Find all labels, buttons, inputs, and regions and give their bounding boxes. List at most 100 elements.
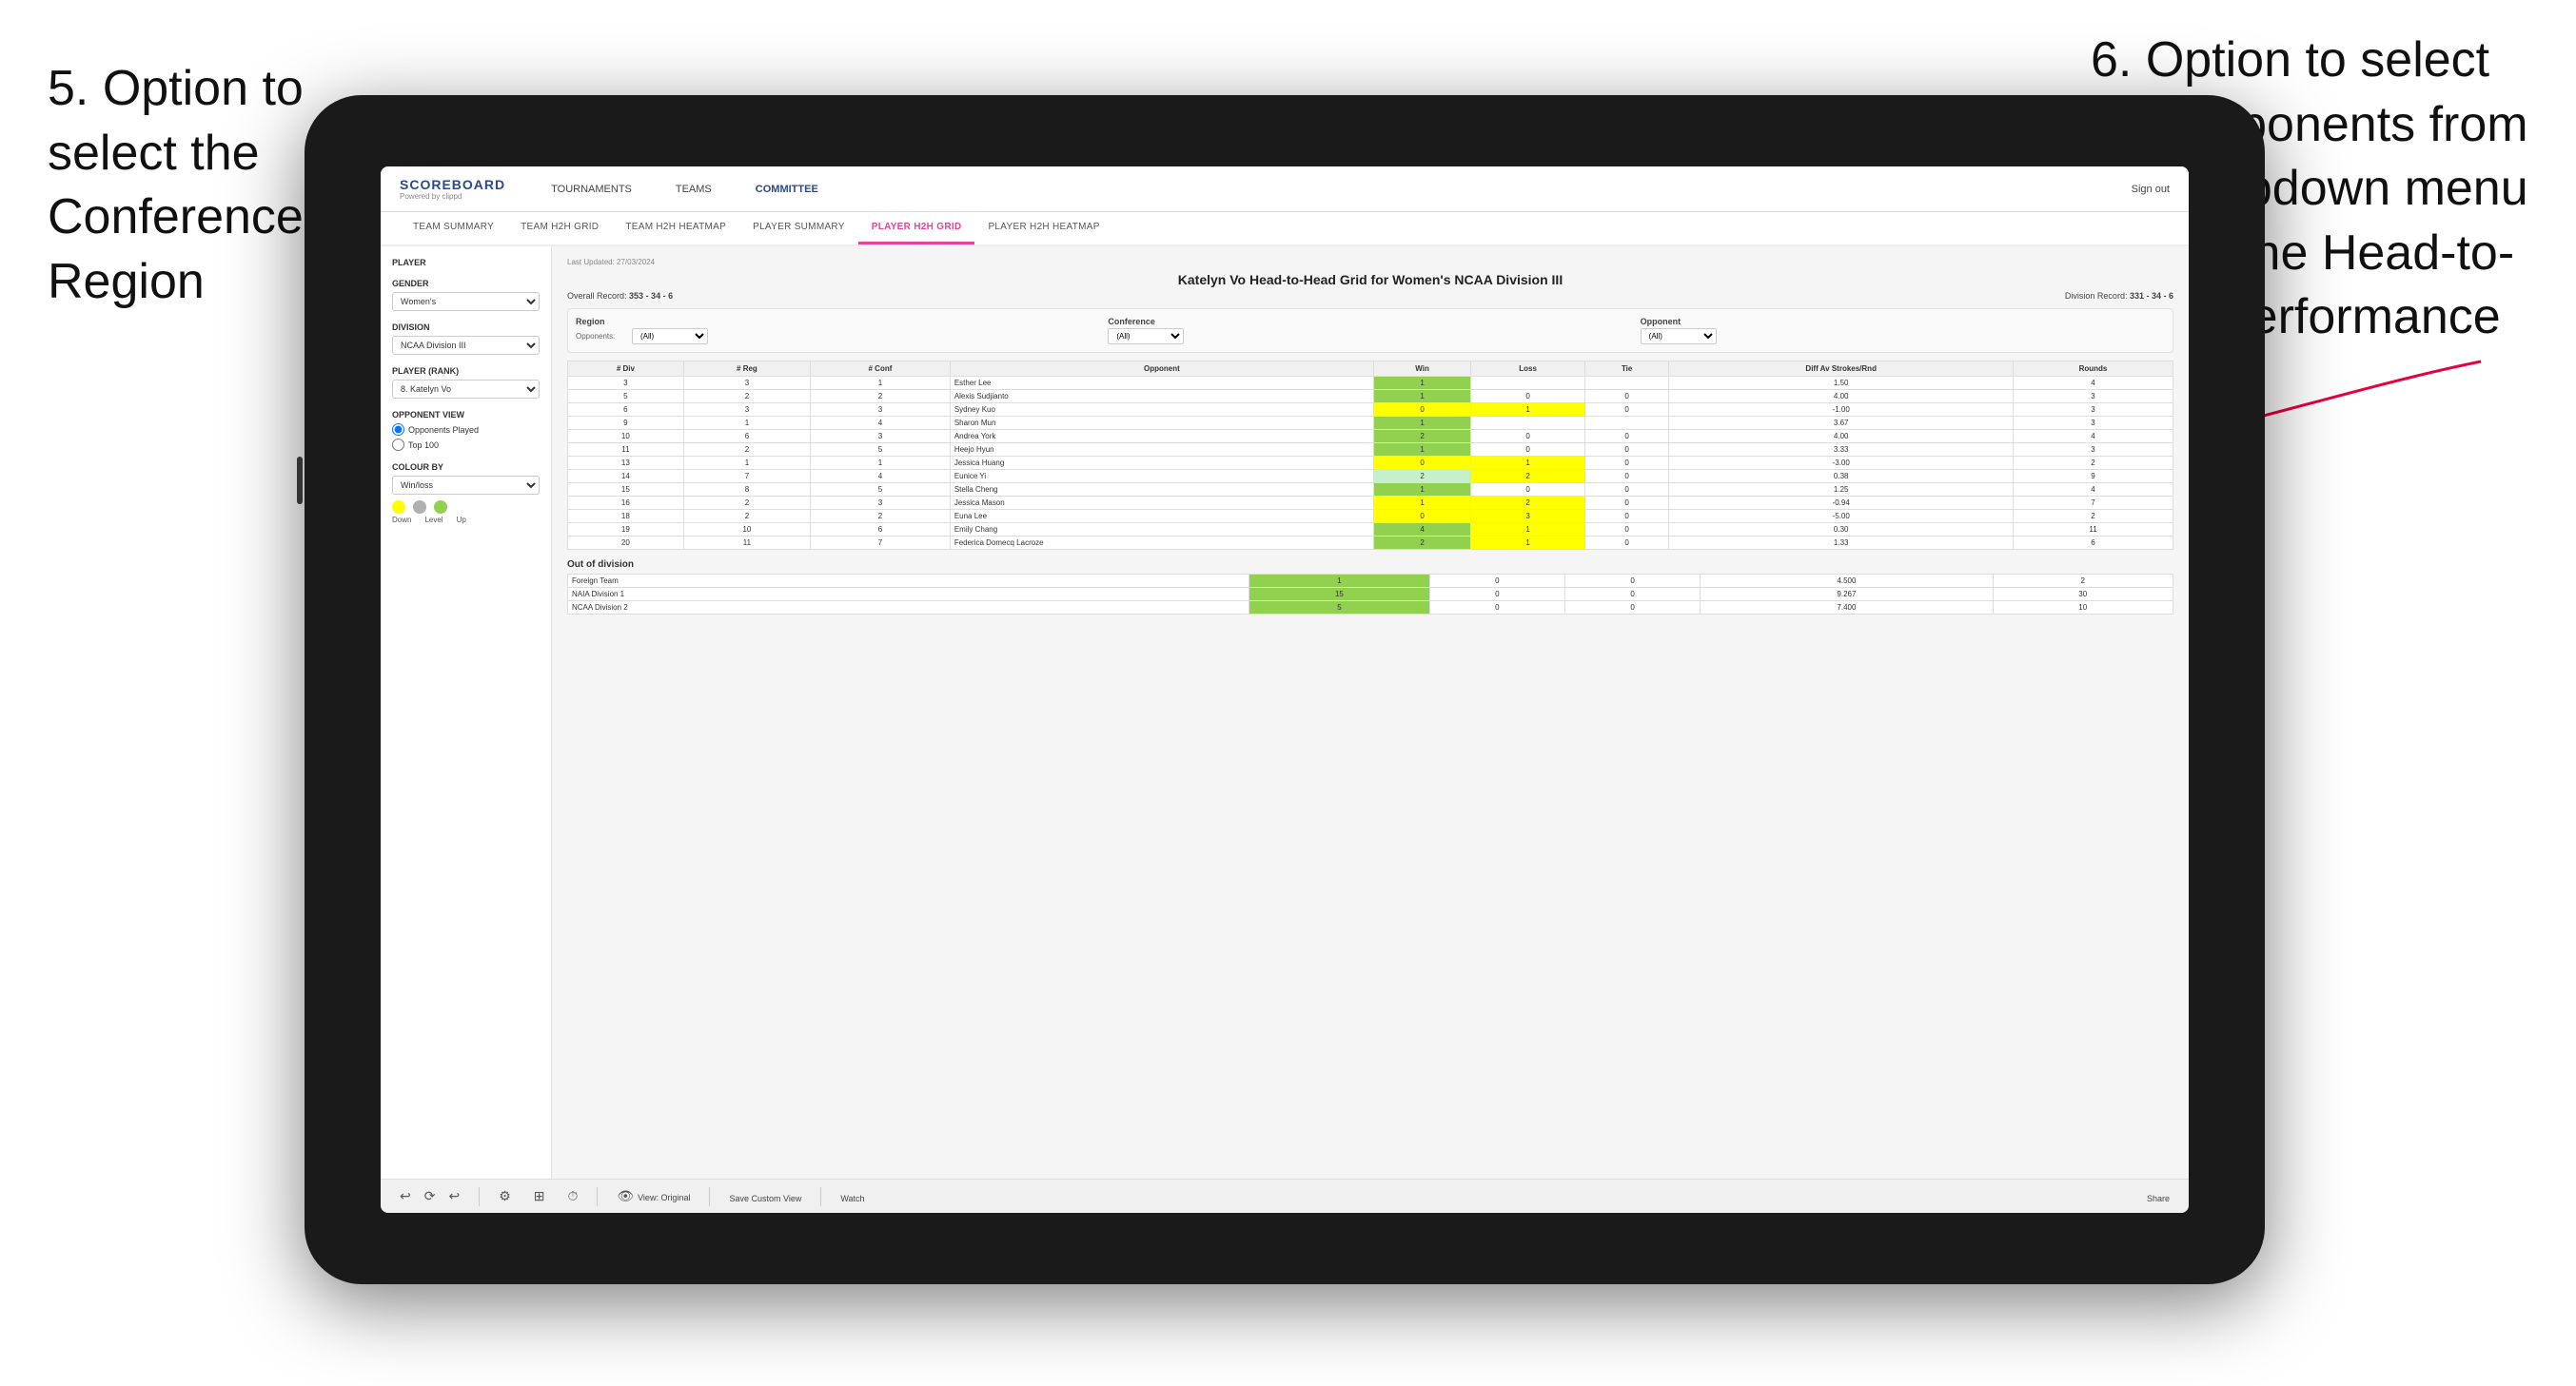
td-reg: 8 [683,483,810,497]
sidebar-player-rank-select[interactable]: 8. Katelyn Vo [392,380,540,399]
th-win: Win [1374,361,1471,377]
filter-conf-row: (All) [1108,328,1632,344]
ood-td-diff: 4.500 [1701,575,1993,588]
td-rounds: 3 [2014,403,2173,417]
td-div: 15 [568,483,684,497]
nav-teams[interactable]: TEAMS [668,180,719,199]
main-content: Player Gender Women's Division NCAA Divi… [381,246,2189,1179]
td-loss: 2 [1471,470,1585,483]
td-div: 9 [568,417,684,430]
sidebar-gender-select[interactable]: Women's [392,292,540,311]
ood-td-win: 5 [1249,601,1429,615]
td-tie: 0 [1584,537,1668,550]
view-icon: 👁 [617,1188,634,1203]
sidebar-radio-opp-played-input[interactable] [392,423,404,436]
table-row: 16 2 3 Jessica Mason 1 2 0 -0.94 7 [568,497,2173,510]
toolbar-undo[interactable]: ↩ [396,1186,415,1206]
overall-record-label: Overall Record: [567,291,627,301]
td-tie: 0 [1584,457,1668,470]
sidebar-radio-opp-played[interactable]: Opponents Played [392,423,540,436]
td-win: 0 [1374,403,1471,417]
filter-conf-select[interactable]: (All) [1108,328,1184,344]
td-reg: 10 [683,523,810,537]
table-row: 13 1 1 Jessica Huang 0 1 0 -3.00 2 [568,457,2173,470]
ood-td-loss: 0 [1429,575,1564,588]
td-rounds: 2 [2014,457,2173,470]
sub-nav-team-h2h-grid[interactable]: TEAM H2H GRID [507,212,612,244]
td-reg: 1 [683,457,810,470]
colour-dot-level [413,500,426,514]
nav-tournaments[interactable]: TOURNAMENTS [543,180,639,199]
td-tie: 0 [1584,403,1668,417]
toolbar-view-original[interactable]: 👁 View: Original [613,1186,694,1206]
table-row: 10 6 3 Andrea York 2 0 0 4.00 4 [568,430,2173,443]
filter-opponent-select[interactable]: (All) [1641,328,1717,344]
td-tie: 0 [1584,390,1668,403]
sidebar-radio-top100-input[interactable] [392,439,404,451]
table-row: 5 2 2 Alexis Sudjianto 1 0 0 4.00 3 [568,390,2173,403]
sub-nav-team-summary[interactable]: TEAM SUMMARY [400,212,507,244]
sub-nav-player-summary[interactable]: PLAYER SUMMARY [739,212,858,244]
td-rounds: 2 [2014,510,2173,523]
td-div: 10 [568,430,684,443]
td-name: Esther Lee [950,377,1373,390]
sidebar-player-section: Player [392,258,540,267]
colour-label-up: Up [457,516,466,524]
td-tie: 0 [1584,523,1668,537]
ood-table-body: Foreign Team 1 0 0 4.500 2 NAIA Division… [568,575,2173,615]
toolbar-watch[interactable]: Watch [836,1187,868,1206]
sidebar-radio-group: Opponents Played Top 100 [392,423,540,451]
td-name: Jessica Huang [950,457,1373,470]
td-reg: 6 [683,430,810,443]
filter-section: Region Opponents: (All) Conference ( [567,308,2173,353]
td-name: Andrea York [950,430,1373,443]
td-diff: 3.33 [1669,443,2014,457]
td-div: 16 [568,497,684,510]
table-row: 14 7 4 Eunice Yi 2 2 0 0.38 9 [568,470,2173,483]
main-table-body: 3 3 1 Esther Lee 1 1.50 4 5 2 2 Alexis S… [568,377,2173,550]
toolbar-clock[interactable]: ⏱ [564,1186,582,1206]
td-conf: 3 [811,430,951,443]
td-conf: 2 [811,510,951,523]
filter-conf-label: Conference [1108,317,1632,326]
sidebar-colour-select[interactable]: Win/loss [392,476,540,495]
table-row: 19 10 6 Emily Chang 4 1 0 0.30 11 [568,523,2173,537]
toolbar-save-custom-view[interactable]: Save Custom View [725,1187,805,1206]
sub-nav-player-h2h-heatmap[interactable]: PLAYER H2H HEATMAP [974,212,1112,244]
ood-td-rounds: 10 [1993,601,2173,615]
sidebar-gender-label: Gender [392,279,540,288]
td-tie: 0 [1584,470,1668,483]
toolbar-copy[interactable]: ⊞ [530,1186,549,1206]
sidebar-player-rank-label: Player (Rank) [392,366,540,376]
sub-nav: TEAM SUMMARY TEAM H2H GRID TEAM H2H HEAT… [381,212,2189,246]
toolbar-settings[interactable]: ⚙ [495,1186,515,1206]
out-of-division-header: Out of division [567,559,2173,570]
td-reg: 1 [683,417,810,430]
td-name: Sydney Kuo [950,403,1373,417]
td-reg: 2 [683,510,810,523]
filter-region-select[interactable]: (All) [632,328,708,344]
nav-committee[interactable]: COMMITTEE [748,180,826,199]
td-tie [1584,377,1668,390]
colour-labels: Down Level Up [392,516,540,524]
td-loss: 3 [1471,510,1585,523]
sub-nav-player-h2h-grid[interactable]: PLAYER H2H GRID [858,212,975,244]
td-loss: 0 [1471,430,1585,443]
records-row: Overall Record: 353 - 34 - 6 Division Re… [567,291,2173,301]
division-record-label: Division Record: [2065,291,2128,301]
sign-out[interactable]: Sign out [2132,184,2170,195]
toolbar-divider-4 [820,1187,821,1206]
td-rounds: 4 [2014,430,2173,443]
td-conf: 3 [811,497,951,510]
sidebar-radio-top100[interactable]: Top 100 [392,439,540,451]
toolbar-undo-2[interactable]: ↩ [444,1186,463,1206]
sub-nav-team-h2h-heatmap[interactable]: TEAM H2H HEATMAP [612,212,739,244]
toolbar-share-label: Share [2147,1194,2170,1203]
sidebar-division-select[interactable]: NCAA Division III [392,336,540,355]
toolbar-redo-1[interactable]: ⟳ [421,1186,440,1206]
table-row: 9 1 4 Sharon Mun 1 3.67 3 [568,417,2173,430]
td-diff: -0.94 [1669,497,2014,510]
table-row: 6 3 3 Sydney Kuo 0 1 0 -1.00 3 [568,403,2173,417]
td-tie: 0 [1584,430,1668,443]
toolbar-share[interactable]: Share [2143,1187,2173,1206]
